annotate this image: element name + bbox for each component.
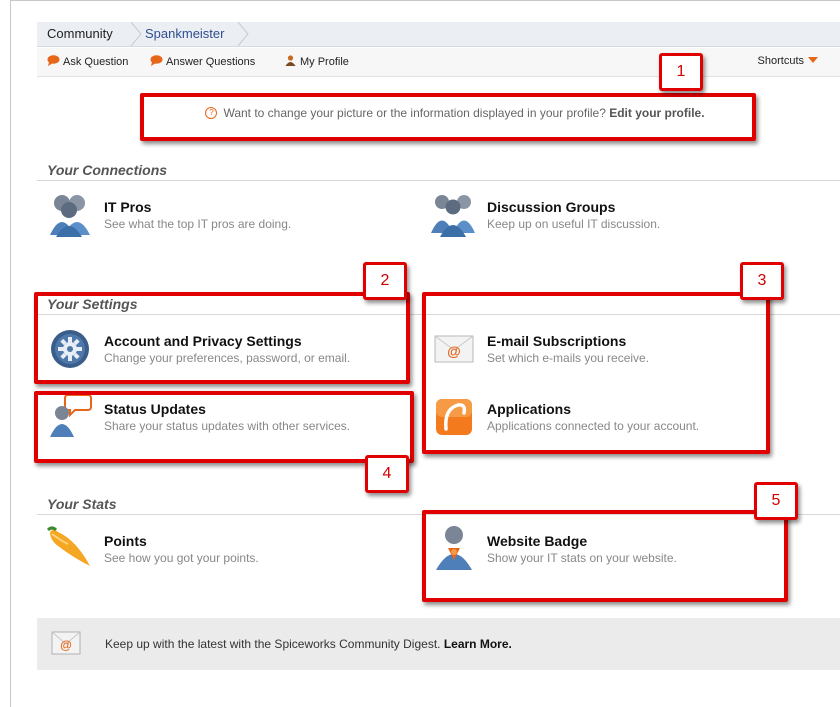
callout-3: 3 (740, 262, 784, 300)
annotation-box-3 (422, 292, 770, 454)
breadcrumb-user[interactable]: Spankmeister (145, 22, 224, 46)
my-profile-label: My Profile (300, 56, 349, 68)
toolbar: Ask Question Answer Questions My Profile… (37, 48, 840, 77)
digest-message: Keep up with the latest with the Spicewo… (105, 637, 441, 651)
svg-text:@: @ (60, 638, 72, 652)
callout-1: 1 (659, 53, 703, 91)
speech-bubble-icon (150, 55, 163, 66)
annotation-box-2 (34, 292, 410, 384)
discussion-groups-icon (431, 195, 475, 237)
shortcuts-menu[interactable]: Shortcuts (758, 55, 818, 67)
speech-bubble-icon (47, 55, 60, 66)
shortcuts-label: Shortcuts (757, 55, 804, 67)
points-desc: See how you got your points. (104, 551, 259, 565)
my-profile-link[interactable]: My Profile (284, 55, 349, 69)
it-pros-icon (50, 195, 90, 237)
digest-text: Keep up with the latest with the Spicewo… (105, 637, 512, 651)
section-title: Your Connections (47, 162, 168, 178)
it-pros-desc: See what the top IT pros are doing. (104, 217, 292, 231)
answer-questions-link[interactable]: Answer Questions (150, 55, 255, 69)
callout-4: 4 (365, 455, 409, 493)
learn-more-link[interactable]: Learn More. (444, 637, 512, 651)
section-connections: Your Connections (37, 162, 840, 181)
chili-pepper-icon (46, 526, 90, 566)
annotation-box-5 (422, 510, 788, 602)
answer-questions-label: Answer Questions (166, 56, 256, 68)
callout-5: 5 (754, 482, 798, 520)
dropdown-arrow-icon (808, 57, 818, 63)
breadcrumb-separator-icon (237, 22, 249, 46)
email-icon: @ (51, 631, 81, 655)
discussion-groups-title[interactable]: Discussion Groups (487, 199, 615, 215)
discussion-groups-desc: Keep up on useful IT discussion. (487, 217, 661, 231)
ask-question-link[interactable]: Ask Question (47, 55, 128, 69)
annotation-box-4 (34, 391, 414, 463)
it-pros-title[interactable]: IT Pros (104, 199, 151, 215)
breadcrumb-community[interactable]: Community (47, 22, 113, 46)
digest-banner: @ Keep up with the latest with the Spice… (37, 618, 840, 670)
annotation-box-1 (140, 93, 756, 141)
breadcrumb-separator-icon (130, 22, 142, 46)
ask-question-label: Ask Question (63, 56, 129, 68)
user-icon (285, 55, 296, 66)
points-title[interactable]: Points (104, 533, 147, 549)
callout-2: 2 (363, 262, 407, 300)
breadcrumb: Community Spankmeister (37, 22, 840, 47)
